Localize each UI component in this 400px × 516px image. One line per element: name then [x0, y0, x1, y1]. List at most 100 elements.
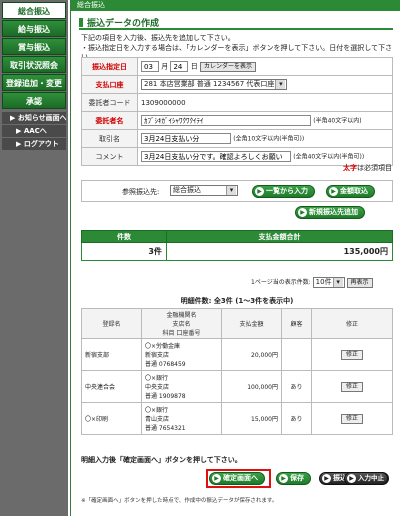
comment-note: (全角40文字以内(半角可))	[293, 153, 365, 161]
client-name-label: 委託者名	[81, 111, 138, 130]
list-input-label: 一覧から入力	[266, 187, 308, 195]
col-bank: 金融機関名 支店名 科目 口座番号	[141, 308, 222, 339]
cancel-input-button[interactable]: ▶ 入力中止	[344, 472, 388, 485]
per-page-select[interactable]: 10件	[312, 277, 345, 288]
amount-import-button[interactable]: ▶ 金額取込	[326, 185, 375, 198]
trade-name-label: 取引名	[81, 129, 138, 148]
row-bank: 〇×銀行青山支店普通 7654321	[141, 402, 222, 435]
comment-label: コメント	[81, 147, 138, 166]
client-name-input[interactable]	[141, 115, 311, 126]
per-page-label: 1ページ当の表示件数:	[251, 279, 311, 286]
row-account: 普通 1909878	[145, 393, 186, 400]
count-value: 3件	[81, 242, 167, 261]
row-bank: 〇×銀行中央支店普通 1909878	[141, 370, 222, 403]
col-bank-name: 金融機関名	[166, 312, 197, 319]
redisplay-button[interactable]: 再表示	[346, 277, 373, 288]
row-bank-name: 〇×労働金庫	[145, 343, 181, 350]
footer-note: ※「確定画面へ」ボタンを押した時点で、作成中の振込データが保存されます。	[81, 498, 278, 504]
row-account: 普通 0768459	[145, 361, 186, 368]
table-row: 中央連合会 〇×銀行中央支店普通 1909878 100,000円 あり 修正	[81, 370, 393, 403]
row-fee	[281, 338, 312, 371]
arrow-right-icon: ▶	[279, 474, 288, 483]
save-label: 保存	[290, 474, 304, 482]
row-name: 新宿支部	[81, 338, 142, 371]
sidebar-link-logout[interactable]: ▶ ログアウト	[2, 138, 66, 150]
arrow-right-icon: ▶	[322, 474, 331, 483]
col-edit: 修正	[311, 308, 393, 339]
comment-input[interactable]	[141, 151, 291, 162]
table-row: 〇×印刷 〇×銀行青山支店普通 7654321 15,000円 あり 修正	[81, 402, 393, 435]
topbar-label: 総合振込	[77, 1, 105, 9]
row-bank-name: 〇×銀行	[145, 407, 169, 414]
row-bank-name: 〇×銀行	[145, 375, 169, 382]
total-header: 支払金額合計	[165, 230, 394, 243]
arrow-right-icon: ▶	[255, 187, 264, 196]
sidebar-item-shonin[interactable]: 承認	[2, 92, 66, 109]
sidebar-item-kyuyo-furikomi[interactable]: 給与振込	[2, 20, 66, 37]
row-bank: 〇×労働金庫 新宿支店普通 0768459	[141, 338, 222, 371]
date-month-input[interactable]	[141, 61, 159, 72]
sidebar-link-aac[interactable]: ▶ AACへ	[2, 125, 66, 137]
details-table: 登録名 金融機関名 支店名 科目 口座番号 支払金額 顧客 修正 新宿支部 〇×…	[81, 308, 393, 435]
date-day-input[interactable]	[170, 61, 189, 72]
reference-box: 参照振込先: 総合振込 ▶一覧から入力 ▶金額取込	[81, 180, 393, 202]
list-input-button[interactable]: ▶ 一覧から入力	[252, 185, 315, 198]
col-account: 科目 口座番号	[162, 330, 201, 337]
footer-instruction: 明細入力後「確定画面へ」ボタンを押して下さい。	[81, 456, 242, 464]
transfer-form: 振込指定日 月 日 カレンダーを表示 支払口座 281 本店営業部 普通 123…	[81, 57, 393, 166]
client-code-label: 委託者コード	[81, 93, 138, 112]
date-day-unit: 日	[190, 62, 198, 71]
page-title: 振込データの作成	[79, 16, 393, 30]
row-branch: 新宿支店	[145, 352, 170, 359]
date-month-unit: 月	[161, 62, 169, 71]
required-note: 太字は必須項目	[343, 163, 392, 173]
edit-button[interactable]: 修正	[340, 381, 363, 392]
confirm-button[interactable]: ▶ 確定画面へ	[209, 472, 265, 485]
required-mark: 太字	[343, 164, 357, 172]
trade-name-note: (全角10文字以内(半角可))	[233, 135, 305, 143]
edit-button[interactable]: 修正	[340, 349, 363, 360]
arrow-right-icon: ▶	[347, 474, 356, 483]
row-amount: 100,000円	[221, 370, 282, 403]
sidebar: 総合振込 給与振込 賞与振込 取引状況照会 登録追加・変更 承認 ▶ お知らせ画…	[0, 0, 68, 516]
total-value: 135,000円	[165, 242, 394, 261]
client-name-note: (半角40文字以内)	[313, 117, 362, 125]
sidebar-item-toroku[interactable]: 登録追加・変更	[2, 74, 66, 91]
edit-button[interactable]: 修正	[340, 413, 363, 424]
new-payee-button[interactable]: ▶ 新規振込先追加	[295, 206, 365, 219]
save-button[interactable]: ▶ 保存	[276, 472, 311, 485]
confirm-label: 確定画面へ	[223, 474, 258, 482]
client-code-value: 1309000000	[137, 93, 393, 112]
account-select[interactable]: 281 本店営業部 普通 1234567 代表口座	[141, 79, 288, 90]
row-amount: 15,000円	[221, 402, 282, 435]
row-branch: 中央支店	[145, 384, 170, 391]
date-label: 振込指定日	[81, 57, 138, 76]
required-text: は必須項目	[357, 164, 392, 172]
col-branch-name: 支店名	[172, 321, 191, 328]
main-content: 総合振込 振込データの作成 下記の項目を入力後、振込先を追加して下さい。 ・振込…	[70, 0, 400, 516]
col-fee: 顧客	[281, 308, 312, 339]
sidebar-item-torihiki-shokai[interactable]: 取引状況照会	[2, 56, 66, 73]
sidebar-item-shoyo-furikomi[interactable]: 賞与振込	[2, 38, 66, 55]
row-fee: あり	[281, 370, 312, 403]
row-amount: 20,000円	[221, 338, 282, 371]
row-name: 〇×印刷	[81, 402, 142, 435]
per-page-control: 1ページ当の表示件数: 10件 再表示	[251, 277, 373, 288]
topbar: 総合振込	[71, 0, 400, 11]
reference-label: 参照振込先:	[122, 188, 160, 196]
trade-name-input[interactable]	[141, 133, 231, 144]
count-header: 件数	[81, 230, 167, 243]
instruction-line-1: 下記の項目を入力後、振込先を追加して下さい。	[81, 34, 235, 42]
calendar-button[interactable]: カレンダーを表示	[199, 61, 256, 72]
details-caption: 明細件数: 全3件 (1〜3件を表示中)	[180, 297, 294, 305]
amount-import-label: 金額取込	[340, 187, 368, 195]
col-amount: 支払金額	[221, 308, 282, 339]
row-branch: 青山支店	[145, 416, 170, 423]
reference-select[interactable]: 総合振込	[170, 185, 238, 196]
arrow-right-icon: ▶	[212, 474, 221, 483]
row-fee: あり	[281, 402, 312, 435]
row-account: 普通 7654321	[145, 425, 186, 432]
row-name: 中央連合会	[81, 370, 142, 403]
sidebar-link-notices[interactable]: ▶ お知らせ画面へ	[2, 112, 66, 124]
sidebar-item-sogo-furikomi[interactable]: 総合振込	[2, 2, 66, 19]
